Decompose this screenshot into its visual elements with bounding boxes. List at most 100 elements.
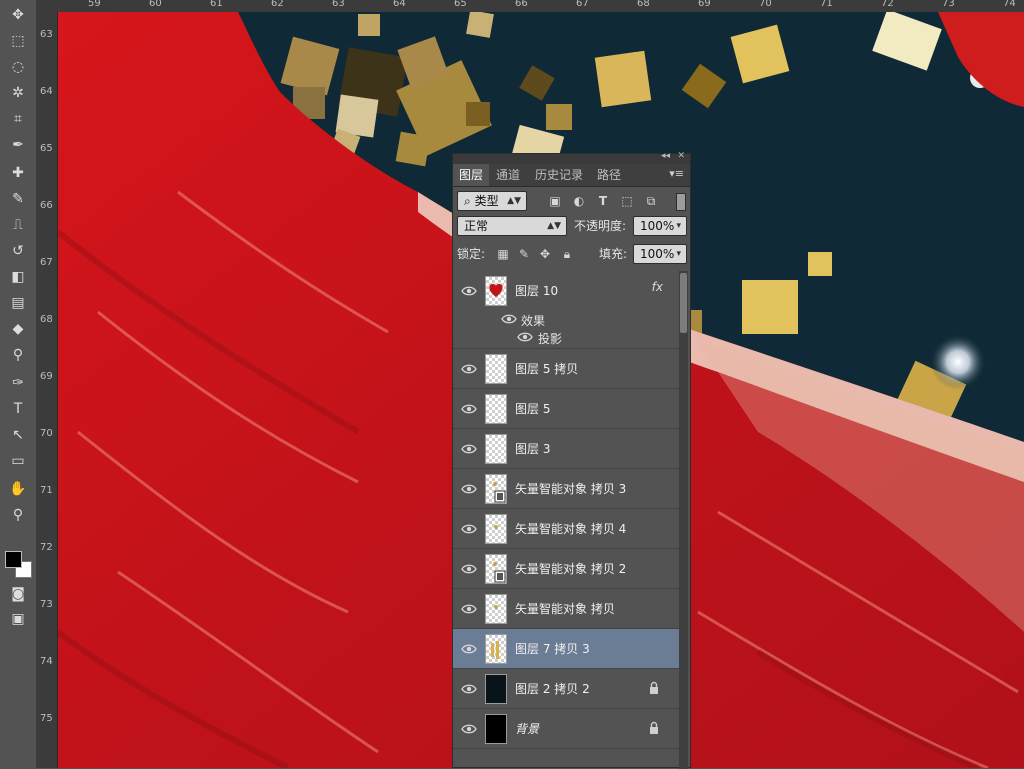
adjustment-filter-icon[interactable]: ◐ <box>571 193 587 209</box>
effect-label: 投影 <box>538 332 563 346</box>
blur-tool-icon[interactable]: ◆ <box>6 318 30 340</box>
layer-thumbnail[interactable] <box>485 276 507 306</box>
healing-brush-tool-icon[interactable]: ✚ <box>6 162 30 184</box>
path-selection-tool-icon[interactable]: ↖ <box>6 424 30 446</box>
close-panel-icon[interactable]: ✕ <box>677 151 685 161</box>
layer-name[interactable]: 背景 <box>515 720 539 737</box>
opacity-field[interactable]: 100% ▾ <box>633 216 687 236</box>
ruler-number: 73 <box>942 0 955 9</box>
screen-mode-tool-icon[interactable]: ▣ <box>6 608 30 630</box>
blend-mode-dropdown[interactable]: 正常 ▲▼ <box>457 216 567 236</box>
layer-name[interactable]: 图层 7 拷贝 3 <box>515 640 590 657</box>
dodge-tool-icon[interactable]: ⚲ <box>6 344 30 366</box>
visibility-eye-icon[interactable] <box>461 441 477 457</box>
visibility-eye-icon[interactable] <box>461 641 477 657</box>
layer-thumbnail[interactable] <box>485 354 507 384</box>
visibility-eye-icon[interactable] <box>461 521 477 537</box>
hand-tool-icon[interactable]: ✋ <box>6 478 30 500</box>
visibility-eye-icon[interactable] <box>461 721 477 737</box>
visibility-eye-icon[interactable] <box>461 361 477 377</box>
layer-thumbnail[interactable] <box>485 634 507 664</box>
fx-icon[interactable]: fx <box>652 280 663 294</box>
visibility-eye-icon[interactable] <box>461 401 477 417</box>
layer-row[interactable]: 图层 7 拷贝 3 <box>453 629 679 669</box>
scrollbar-thumb[interactable] <box>680 273 687 333</box>
visibility-eye-icon[interactable] <box>461 681 477 697</box>
layer-name[interactable]: 图层 3 <box>515 440 550 457</box>
visibility-eye-icon[interactable] <box>461 561 477 577</box>
visibility-eye-icon[interactable] <box>461 481 477 497</box>
layer-thumbnail[interactable] <box>485 594 507 624</box>
tab-layers[interactable]: 图层 <box>453 164 490 186</box>
layer-name[interactable]: 矢量智能对象 拷贝 2 <box>515 560 626 577</box>
visibility-eye-icon[interactable] <box>461 601 477 617</box>
layer-row[interactable]: 图层 5 <box>453 389 679 429</box>
layer-thumbnail[interactable] <box>485 474 507 504</box>
lock-move-icon[interactable]: ✥ <box>537 246 553 262</box>
chevron-down-icon: ▾ <box>676 249 681 259</box>
pixel-filter-icon[interactable]: ▣ <box>547 193 563 209</box>
effects-row[interactable]: 效果 <box>453 309 679 329</box>
tab-channels[interactable]: 通道 <box>490 164 526 186</box>
visibility-eye-icon[interactable] <box>461 283 477 299</box>
quick-mask-tool-icon[interactable]: ◙ <box>6 583 30 605</box>
fill-field[interactable]: 100% ▾ <box>633 244 687 264</box>
layer-row[interactable]: 矢量智能对象 拷贝 <box>453 589 679 629</box>
eraser-tool-icon[interactable]: ◧ <box>6 266 30 288</box>
type-tool-icon[interactable]: T <box>6 398 30 420</box>
layer-thumbnail[interactable] <box>485 714 507 744</box>
layer-name[interactable]: 图层 10 <box>515 282 558 299</box>
filter-toggle[interactable] <box>676 193 686 211</box>
eyedropper-tool-icon[interactable]: ✒ <box>6 134 30 156</box>
layer-thumbnail[interactable] <box>485 674 507 704</box>
layer-thumbnail[interactable] <box>485 514 507 544</box>
layer-row[interactable]: 图层 5 拷贝 <box>453 349 679 389</box>
layer-row[interactable]: 矢量智能对象 拷贝 2 <box>453 549 679 589</box>
layer-row[interactable]: 图层 10 fx 效果投影 <box>453 271 679 349</box>
layer-thumbnail[interactable] <box>485 394 507 424</box>
effects-eye-icon[interactable] <box>501 311 517 330</box>
layer-name[interactable]: 图层 5 <box>515 400 550 417</box>
layer-row[interactable]: 矢量智能对象 拷贝 4 <box>453 509 679 549</box>
layer-thumbnail[interactable] <box>485 434 507 464</box>
rectangle-tool-icon[interactable]: ▭ <box>6 450 30 472</box>
marquee-tool-icon[interactable]: ⬚ <box>6 30 30 52</box>
move-tool-icon[interactable]: ✥ <box>6 4 30 26</box>
layer-thumbnail[interactable] <box>485 554 507 584</box>
panel-menu-icon[interactable]: ▾≡ <box>669 167 684 180</box>
effect-item-row[interactable]: 投影 <box>453 329 679 349</box>
gradient-tool-icon[interactable]: ▤ <box>6 292 30 314</box>
tab-paths[interactable]: 路径 <box>591 164 627 186</box>
layer-row[interactable]: 矢量智能对象 拷贝 3 <box>453 469 679 509</box>
zoom-tool-icon[interactable]: ⚲ <box>6 504 30 526</box>
foreground-color-swatch[interactable] <box>5 551 22 568</box>
layer-name[interactable]: 矢量智能对象 拷贝 4 <box>515 520 626 537</box>
clone-stamp-tool-icon[interactable]: ⎍ <box>6 214 30 236</box>
shape-filter-icon[interactable]: ⬚ <box>619 193 635 209</box>
tab-history[interactable]: 历史记录 <box>529 164 589 186</box>
filter-kind-dropdown[interactable]: ⌕ 类型 ▲▼ <box>457 191 527 211</box>
layer-name[interactable]: 图层 5 拷贝 <box>515 360 578 377</box>
lock-all-icon[interactable]: 🔒︎ <box>559 246 575 262</box>
lock-paint-icon[interactable]: ✎ <box>516 246 532 262</box>
layer-name[interactable]: 矢量智能对象 拷贝 <box>515 600 615 617</box>
collapse-icon[interactable]: ◂◂ <box>661 151 670 161</box>
type-filter-icon[interactable]: T <box>595 193 611 209</box>
brush-tool-icon[interactable]: ✎ <box>6 188 30 210</box>
layer-row[interactable]: 图层 2 拷贝 2 <box>453 669 679 709</box>
lasso-tool-icon[interactable]: ◌ <box>6 56 30 78</box>
history-brush-tool-icon[interactable]: ↺ <box>6 240 30 262</box>
layer-row[interactable]: 图层 3 <box>453 429 679 469</box>
effect-eye-icon[interactable] <box>517 329 533 348</box>
lock-transparent-icon[interactable]: ▦ <box>495 246 511 262</box>
magic-wand-tool-icon[interactable]: ✲ <box>6 82 30 104</box>
pen-tool-icon[interactable]: ✑ <box>6 372 30 394</box>
layer-list-scrollbar[interactable] <box>679 271 688 769</box>
layer-name[interactable]: 矢量智能对象 拷贝 3 <box>515 480 626 497</box>
smart-object-filter-icon[interactable]: ⧉ <box>643 193 659 209</box>
layer-name[interactable]: 图层 2 拷贝 2 <box>515 680 590 697</box>
ruler-number: 68 <box>637 0 650 9</box>
panel-titlebar[interactable]: ◂◂ ✕ <box>453 151 690 164</box>
crop-tool-icon[interactable]: ⌗ <box>6 108 30 130</box>
layer-row[interactable]: 背景 <box>453 709 679 749</box>
